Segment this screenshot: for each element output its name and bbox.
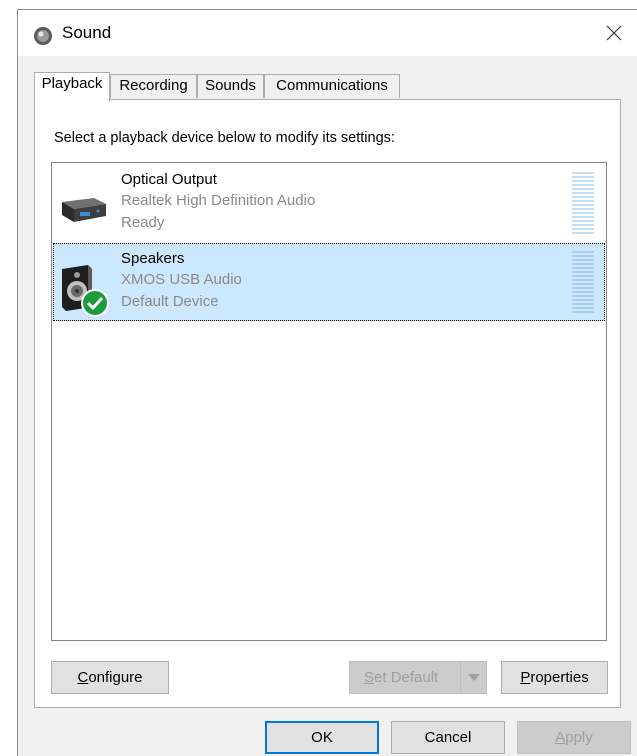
device-driver: XMOS USB Audio [121,271,242,288]
close-button[interactable] [591,10,637,56]
apply-button[interactable]: Apply [517,721,631,754]
chevron-down-icon [467,673,480,681]
properties-button[interactable]: Properties [501,661,608,694]
tab-sounds[interactable]: Sounds [197,74,264,98]
set-default-dropdown[interactable] [460,662,486,693]
device-list[interactable]: Optical Output Realtek High Definition A… [51,162,607,641]
device-driver: Realtek High Definition Audio [121,192,316,209]
cancel-button[interactable]: Cancel [391,721,505,754]
optical-output-icon [62,198,106,222]
close-icon [606,25,622,41]
device-status: Default Device [121,293,219,310]
device-optical-output[interactable]: Optical Output Realtek High Definition A… [53,164,605,242]
speaker-icon [34,27,52,45]
device-speakers[interactable]: Speakers XMOS USB Audio Default Device [53,243,605,321]
ok-button[interactable]: OK [265,721,379,754]
volume-level-meter [572,172,594,234]
instructions-text: Select a playback device below to modify… [54,130,395,146]
window-title: Sound [62,23,112,42]
tab-recording[interactable]: Recording [110,74,197,98]
playback-panel: Select a playback device below to modify… [34,99,621,708]
tab-playback[interactable]: Playback [34,72,110,101]
device-status: Ready [121,214,165,231]
title-bar: Sound [18,10,637,56]
sound-dialog: Sound Playback Recording Sounds Communic… [17,9,637,756]
set-default-button[interactable]: Set Default [349,661,487,694]
default-check-icon [81,289,109,317]
configure-button[interactable]: Configure [51,661,169,694]
device-name: Optical Output [121,171,217,188]
tab-communications[interactable]: Communications [264,74,400,98]
device-name: Speakers [121,250,185,267]
volume-level-meter [572,251,594,313]
